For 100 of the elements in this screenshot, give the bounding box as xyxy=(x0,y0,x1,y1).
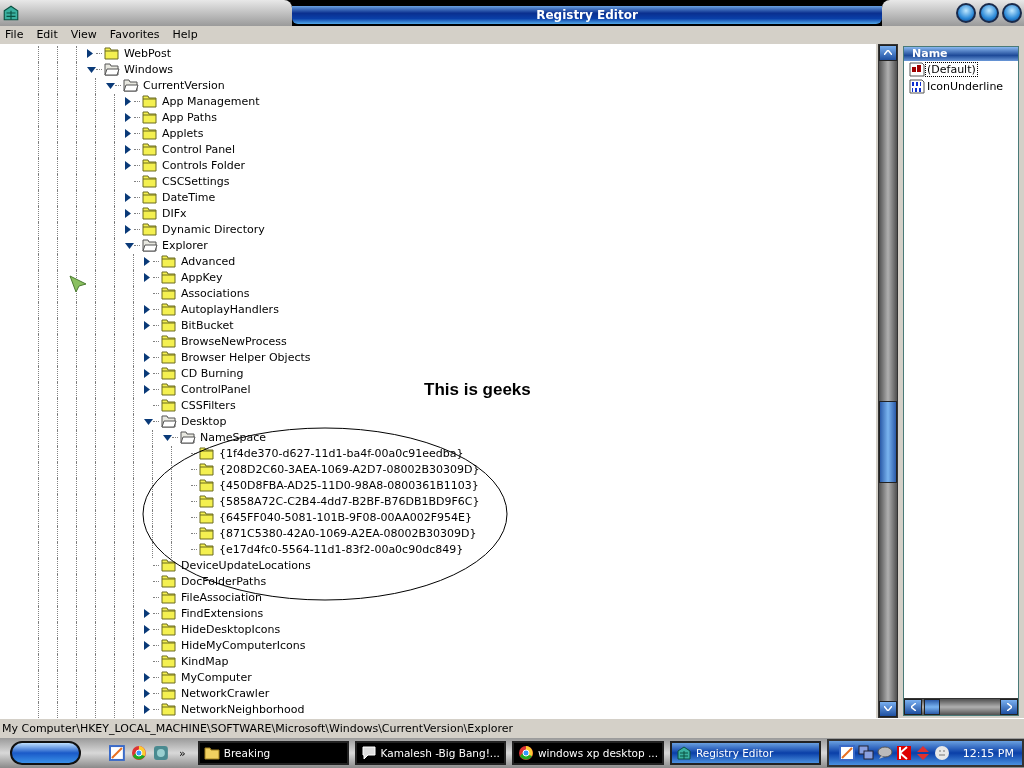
tree-item[interactable]: {e17d4fc0-5564-11d1-83f2-00a0c90dc849} xyxy=(219,543,464,557)
tree-item[interactable]: Dynamic Directory xyxy=(162,223,265,237)
tree-item[interactable]: DateTime xyxy=(162,191,216,205)
smiley-icon[interactable] xyxy=(933,745,950,762)
caret-right-icon[interactable] xyxy=(144,609,150,619)
caret-right-icon[interactable] xyxy=(144,705,150,715)
caret-down-icon[interactable] xyxy=(144,418,153,425)
tree-item[interactable]: Desktop xyxy=(181,415,227,429)
caret-right-icon[interactable] xyxy=(144,689,150,699)
menu-item[interactable]: Help xyxy=(172,28,198,42)
tree-item[interactable]: BitBucket xyxy=(181,319,234,333)
network-icon[interactable] xyxy=(857,745,874,762)
caret-right-icon[interactable] xyxy=(125,209,131,219)
tree-item[interactable]: {208D2C60-3AEA-1069-A2D7-08002B30309D} xyxy=(219,463,480,477)
menu-item[interactable]: File xyxy=(5,28,24,42)
menu-item[interactable]: Edit xyxy=(36,28,58,42)
more-button[interactable]: » xyxy=(179,746,186,760)
caret-right-icon[interactable] xyxy=(144,353,150,363)
caret-right-icon[interactable] xyxy=(125,129,131,139)
horizontal-scrollbar[interactable] xyxy=(904,697,1018,715)
column-header[interactable]: Name xyxy=(904,46,1018,61)
taskbar-button[interactable]: Registry Editor xyxy=(669,741,821,766)
caret-right-icon[interactable] xyxy=(125,113,131,123)
tree-item[interactable]: Advanced xyxy=(181,255,236,269)
folder-icon xyxy=(161,623,177,637)
caret-right-icon[interactable] xyxy=(144,273,150,283)
caret-down-icon[interactable] xyxy=(106,82,115,89)
speech-bubble-icon[interactable] xyxy=(876,746,893,761)
scroll-left-button[interactable] xyxy=(904,698,922,715)
tree-item[interactable]: MyComputer xyxy=(181,671,252,685)
tree-item[interactable]: Control Panel xyxy=(162,143,235,157)
folder-icon xyxy=(142,111,158,125)
caret-right-icon[interactable] xyxy=(144,369,150,379)
taskbar-button[interactable]: Breaking xyxy=(197,741,349,766)
taskbar-button[interactable]: Kamalesh -Big Bang!... xyxy=(354,741,506,766)
caret-right-icon[interactable] xyxy=(144,321,150,331)
scroll-right-button[interactable] xyxy=(1000,698,1018,715)
caret-right-icon[interactable] xyxy=(144,641,150,651)
menu-item[interactable]: View xyxy=(70,28,97,42)
caret-right-icon[interactable] xyxy=(125,97,131,107)
tree-item[interactable]: DeviceUpdateLocations xyxy=(181,559,311,573)
caret-right-icon[interactable] xyxy=(125,225,131,235)
notepad-icon[interactable] xyxy=(109,745,126,762)
caret-down-icon[interactable] xyxy=(163,434,172,441)
tree-item[interactable]: AppKey xyxy=(181,271,223,285)
tree-item[interactable]: FileAssociation xyxy=(181,591,263,605)
tree-item[interactable]: KindMap xyxy=(181,655,229,669)
menu-item[interactable]: Favorites xyxy=(109,28,160,42)
caret-right-icon[interactable] xyxy=(144,305,150,315)
caret-right-icon[interactable] xyxy=(144,257,150,267)
caret-right-icon[interactable] xyxy=(144,385,150,395)
tree-item[interactable]: WebPost xyxy=(124,47,171,61)
tree-item[interactable]: DIFx xyxy=(162,207,187,221)
caret-right-icon[interactable] xyxy=(87,49,93,59)
maximize-button[interactable] xyxy=(979,2,999,23)
tree-item[interactable]: Browser Helper Objects xyxy=(181,351,311,365)
tree-item[interactable]: Controls Folder xyxy=(162,159,245,173)
tree-item[interactable]: HideDesktopIcons xyxy=(181,623,281,637)
vertical-scrollbar[interactable] xyxy=(878,43,898,718)
tree-item[interactable]: HideMyComputerIcons xyxy=(181,639,306,653)
tree-item[interactable]: FindExtensions xyxy=(181,607,264,621)
tree-item[interactable]: {645FF040-5081-101B-9F08-00AA002F954E} xyxy=(219,511,472,525)
tree-item[interactable]: Windows xyxy=(124,63,174,77)
notepad-icon[interactable] xyxy=(838,745,855,762)
start-button[interactable] xyxy=(10,741,82,766)
minimize-button[interactable] xyxy=(956,2,976,23)
tree-item[interactable]: ControlPanel xyxy=(181,383,251,397)
caret-right-icon[interactable] xyxy=(125,145,131,155)
caret-right-icon[interactable] xyxy=(144,625,150,635)
caret-right-icon[interactable] xyxy=(125,161,131,171)
antivirus-icon[interactable] xyxy=(895,745,912,762)
scroll-up-button[interactable] xyxy=(879,44,897,61)
scroll-thumb[interactable] xyxy=(924,698,940,715)
value-name[interactable]: (Default) xyxy=(926,62,977,76)
tree-item[interactable]: BrowseNewProcess xyxy=(181,335,287,349)
tree-item[interactable]: {871C5380-42A0-1069-A2EA-08002B30309D} xyxy=(219,527,477,541)
tree-item[interactable]: NetworkNeighborhood xyxy=(181,703,305,717)
tree-item[interactable]: App Paths xyxy=(162,111,217,125)
scroll-thumb[interactable] xyxy=(879,400,897,483)
tree-item[interactable]: Applets xyxy=(162,127,204,141)
tree-item[interactable]: Associations xyxy=(181,287,250,301)
tree-item[interactable]: {5858A72C-C2B4-4dd7-B2BF-B76DB1BD9F6C} xyxy=(219,495,480,509)
tree-item[interactable]: Explorer xyxy=(162,239,208,253)
caret-down-icon[interactable] xyxy=(87,66,96,73)
scroll-down-button[interactable] xyxy=(879,700,897,717)
caret-right-icon[interactable] xyxy=(125,193,131,203)
caret-right-icon[interactable] xyxy=(144,673,150,683)
tree-item[interactable]: {450D8FBA-AD25-11D0-98A8-0800361B1103} xyxy=(219,479,479,493)
tree-item[interactable]: CD Burning xyxy=(181,367,244,381)
browser-icon[interactable] xyxy=(131,745,148,762)
close-button[interactable] xyxy=(1002,2,1022,23)
tree-item[interactable]: AutoplayHandlers xyxy=(181,303,279,317)
tree-item[interactable]: CSCSettings xyxy=(162,175,230,189)
tree-item[interactable]: CurrentVersion xyxy=(143,79,225,93)
value-name[interactable]: IconUnderline xyxy=(926,79,1005,93)
caret-down-icon[interactable] xyxy=(125,242,134,249)
tree-item[interactable]: App Management xyxy=(162,95,260,109)
taskbar-button[interactable]: windows xp desktop ... xyxy=(511,741,664,766)
tree-item[interactable]: NetworkCrawler xyxy=(181,687,270,701)
tree-item[interactable]: CSSFilters xyxy=(181,399,236,413)
